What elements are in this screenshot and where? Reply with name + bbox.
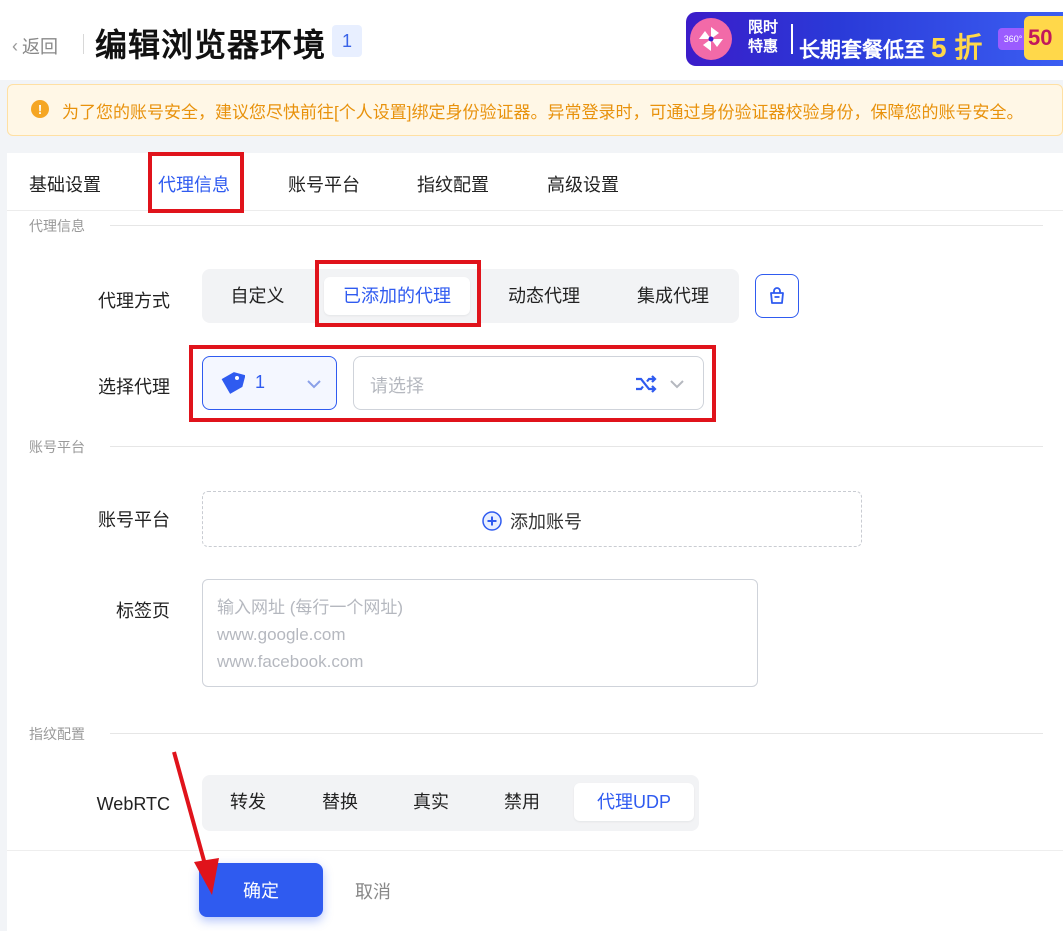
warning-icon: !: [31, 100, 49, 118]
tabs-label: 标签页: [116, 601, 170, 621]
form-footer: 确定 取消: [7, 850, 1063, 931]
back-button[interactable]: ‹ 返回: [12, 33, 58, 59]
webrtc-replace[interactable]: 替换: [302, 783, 378, 821]
section-divider: [110, 733, 1043, 734]
section-heading-account: 账号平台: [29, 439, 85, 455]
account-platform-label: 账号平台: [98, 510, 170, 530]
plus-circle-icon: [482, 511, 502, 531]
promo-limit-line2: 特惠: [748, 38, 779, 55]
tab-advanced-settings[interactable]: 高级设置: [547, 171, 619, 197]
chevron-left-icon: ‹: [12, 35, 18, 56]
promo-limit-line1: 限时: [748, 19, 779, 36]
add-account-label: 添加账号: [510, 512, 582, 532]
security-notice: ! 为了您的账号安全，建议您尽快前往[个人设置]绑定身份验证器。异常登录时，可通…: [7, 84, 1063, 136]
header-divider: [83, 34, 84, 54]
webrtc-disable[interactable]: 禁用: [484, 783, 560, 821]
notice-text: 为了您的账号安全，建议您尽快前往[个人设置]绑定身份验证器。异常登录时，可通过身…: [62, 103, 1024, 122]
highlight-box-select: [189, 345, 716, 422]
tab-account-platform[interactable]: 账号平台: [288, 171, 360, 197]
promo-discount: 5 折: [931, 32, 983, 63]
promo-text: 长期套餐低至 5 折: [799, 26, 982, 66]
section-divider: [110, 225, 1043, 226]
promo-banner[interactable]: 限时 特惠 长期套餐低至 5 折 360° 50: [686, 12, 1063, 66]
proxy-method-label: 代理方式: [98, 291, 170, 311]
back-label: 返回: [22, 37, 58, 57]
count-badge: 1: [332, 25, 362, 57]
proxy-method-dynamic[interactable]: 动态代理: [489, 277, 599, 315]
select-proxy-label: 选择代理: [98, 377, 170, 397]
promo-text-main: 长期套餐低至: [799, 39, 925, 62]
promo-limit: 限时 特惠: [748, 18, 784, 56]
section-heading-proxy: 代理信息: [29, 218, 85, 234]
promo-divider: [791, 24, 793, 54]
promo-corner: 50: [1024, 16, 1063, 60]
webrtc-real[interactable]: 真实: [393, 783, 469, 821]
webrtc-segmented: 转发 替换 真实 禁用 代理UDP: [202, 775, 699, 831]
webrtc-forward[interactable]: 转发: [210, 783, 286, 821]
header: ‹ 返回 编辑浏览器环境 1 限时 特惠 长期套餐低至 5 折 360° 50: [0, 0, 1063, 80]
confirm-button[interactable]: 确定: [199, 863, 323, 917]
highlight-box-tab: [148, 152, 244, 213]
highlight-box-method: [315, 260, 481, 327]
add-account-content: 添加账号: [203, 508, 861, 534]
proxy-method-custom[interactable]: 自定义: [210, 277, 305, 315]
webrtc-proxy-udp[interactable]: 代理UDP: [574, 783, 694, 821]
proxy-method-integrated[interactable]: 集成代理: [618, 277, 728, 315]
webrtc-label: WebRTC: [96, 794, 170, 814]
tabs-url-textarea[interactable]: 输入网址 (每行一个网址) www.google.com www.faceboo…: [202, 579, 758, 687]
tab-fingerprint[interactable]: 指纹配置: [417, 171, 489, 197]
edit-form-card: 基础设置 代理信息 账号平台 指纹配置 高级设置 代理信息 代理方式 自定义 已…: [7, 152, 1063, 931]
section-heading-fingerprint: 指纹配置: [29, 726, 85, 742]
cancel-button[interactable]: 取消: [355, 878, 391, 904]
proxy-shop-button[interactable]: [755, 274, 799, 318]
add-account-button[interactable]: 添加账号: [202, 491, 862, 547]
page-title: 编辑浏览器环境: [95, 27, 327, 63]
pinwheel-icon: [690, 18, 732, 60]
shopping-bag-icon: [770, 287, 784, 304]
tab-basic-settings[interactable]: 基础设置: [29, 171, 101, 197]
section-divider: [110, 446, 1043, 447]
